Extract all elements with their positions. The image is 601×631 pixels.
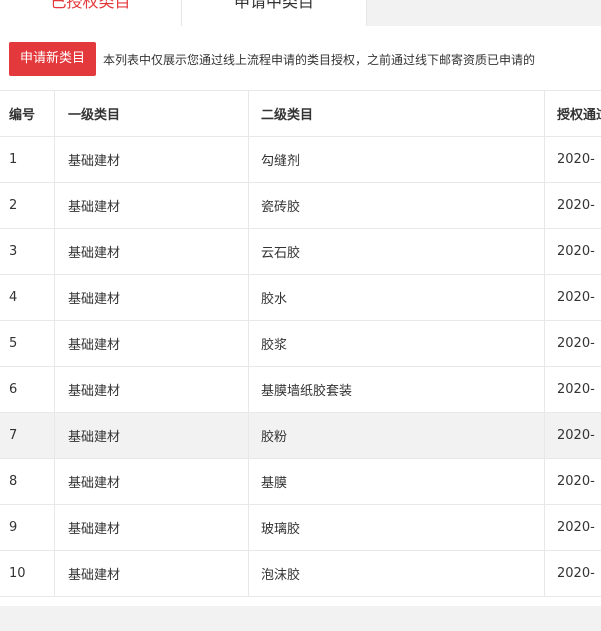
cell-level1-category: 基础建材 [54,367,248,412]
toolbar: 申请新类目 本列表中仅展示您通过线上流程申请的类目授权，之前通过线下邮寄资质已申… [9,42,535,76]
cell-level2-category: 玻璃胶 [248,505,544,550]
cell-level1-category: 基础建材 [54,275,248,320]
page: 已授权类目 申请中类目 申请新类目 本列表中仅展示您通过线上流程申请的类目授权，… [0,0,601,631]
table-body: 1 基础建材 勾缝剂 2020- 2 基础建材 瓷砖胶 2020- 3 基础建材 云石胶 2020- 4… [0,137,601,597]
cell-level1-category: 基础建材 [54,183,248,228]
cell-no: 10 [9,566,26,581]
cell-no: 4 [9,290,18,305]
cell-no: 6 [9,382,18,397]
table-row[interactable]: 5 基础建材 胶浆 2020- [0,321,601,367]
header-auth-date: 授权通过时间 [544,91,601,136]
cell-level1-category: 基础建材 [54,505,248,550]
cell-auth-date: 2020- [544,505,601,550]
header-level2-category: 二级类目 [248,91,544,136]
category-table: 编号 一级类目 二级类目 授权通过时间 1基础建材勾缝剂2020-2基础建材瓷砖… [0,90,601,597]
cell-level1-category: 基础建材 [54,137,248,182]
tab-bar: 已授权类目 申请中类目 [0,0,601,26]
cell-level2-category: 胶水 [248,275,544,320]
cell-auth-date: 2020- [544,413,601,458]
table-row[interactable]: 9 基础建材 玻璃胶 2020- [0,505,601,551]
cell-level2-category: 胶粉 [248,413,544,458]
header-level1-category: 一级类目 [54,91,248,136]
table-row[interactable]: 1 基础建材 勾缝剂 2020- [0,137,601,183]
notice-text: 本列表中仅展示您通过线上流程申请的类目授权，之前通过线下邮寄资质已申请的 [103,52,536,67]
tab-pending-categories[interactable]: 申请中类目 [181,0,367,26]
cell-no: 9 [9,520,18,535]
cell-auth-date: 2020- [544,229,601,274]
main-panel: 申请新类目 本列表中仅展示您通过线上流程申请的类目授权，之前通过线下邮寄资质已申… [0,26,601,606]
header-no: 编号 [9,108,36,123]
cell-auth-date: 2020- [544,183,601,228]
table-row[interactable]: 6 基础建材 基膜墙纸胶套装 2020- [0,367,601,413]
cell-no: 7 [9,428,18,443]
table-row[interactable]: 7 基础建材 胶粉 2020- [0,413,601,459]
cell-level2-category: 胶浆 [248,321,544,366]
cell-auth-date: 2020- [544,321,601,366]
apply-new-category-button[interactable]: 申请新类目 [9,42,97,76]
cell-level2-category: 泡沫胶 [248,551,544,596]
table-header-row: 编号 一级类目 二级类目 授权通过时间 [0,91,601,137]
cell-no: 3 [9,244,18,259]
cell-auth-date: 2020- [544,551,601,596]
cell-level2-category: 勾缝剂 [248,137,544,182]
table-row[interactable]: 4 基础建材 胶水 2020- [0,275,601,321]
cell-level2-category: 基膜 [248,459,544,504]
tab-authorized-categories[interactable]: 已授权类目 [0,0,181,26]
cell-level1-category: 基础建材 [54,459,248,504]
table-row[interactable]: 8 基础建材 基膜 2020- [0,459,601,505]
cell-auth-date: 2020- [544,459,601,504]
table-row[interactable]: 3 基础建材 云石胶 2020- [0,229,601,275]
cell-no: 5 [9,336,18,351]
cell-level1-category: 基础建材 [54,229,248,274]
cell-level1-category: 基础建材 [54,413,248,458]
cell-auth-date: 2020- [544,367,601,412]
cell-no: 1 [9,152,18,167]
cell-level2-category: 云石胶 [248,229,544,274]
cell-auth-date: 2020- [544,137,601,182]
cell-level1-category: 基础建材 [54,321,248,366]
cell-level2-category: 瓷砖胶 [248,183,544,228]
cell-level1-category: 基础建材 [54,551,248,596]
table-row[interactable]: 2 基础建材 瓷砖胶 2020- [0,183,601,229]
cell-level2-category: 基膜墙纸胶套装 [248,367,544,412]
cell-no: 8 [9,474,18,489]
table-row[interactable]: 10 基础建材 泡沫胶 2020- [0,551,601,597]
cell-auth-date: 2020- [544,275,601,320]
cell-no: 2 [9,198,18,213]
